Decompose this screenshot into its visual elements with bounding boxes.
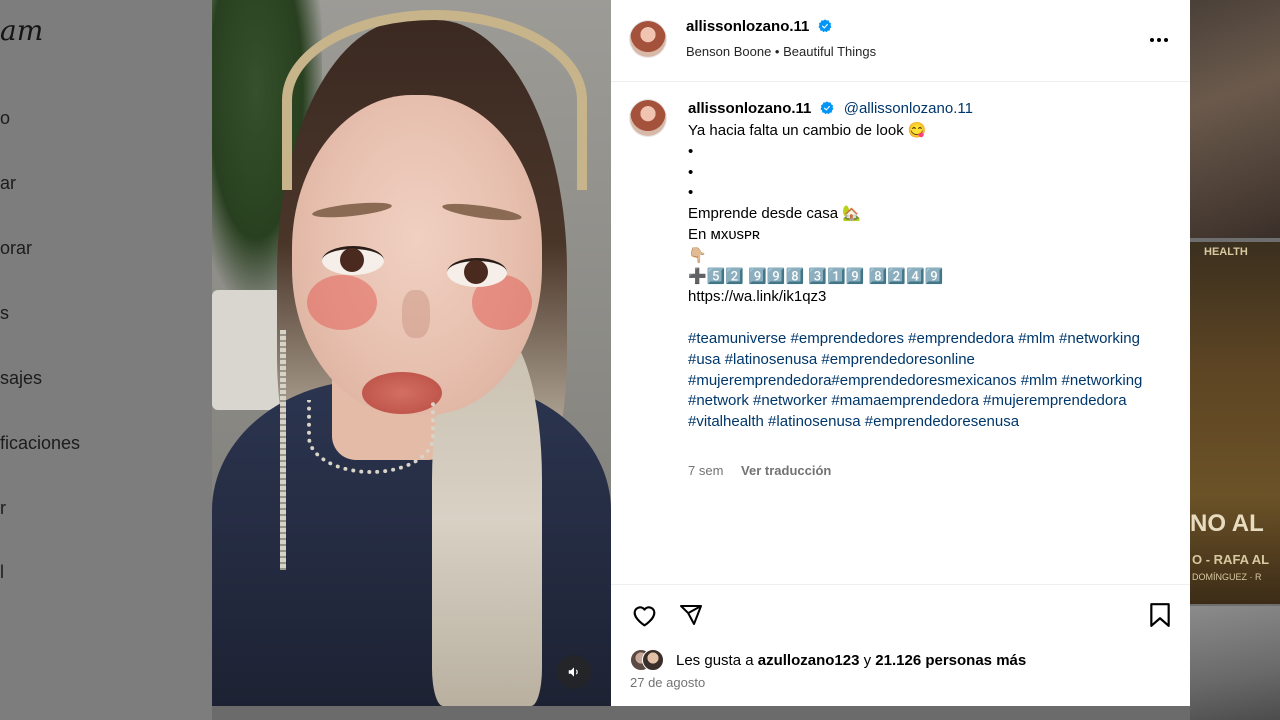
caption-meta: 7 sem Ver traducción — [688, 463, 831, 478]
background-post-thumbnail: HEALTH NO AL O - RAFA AL DOMÍNGUEZ · R — [1190, 242, 1280, 604]
caption-line: Ya hacia falta un cambio de look 😋 — [688, 122, 927, 139]
music-artist: Benson Boone — [686, 44, 772, 59]
liker-avatars — [630, 649, 670, 671]
background-post-thumbnail — [1190, 0, 1280, 238]
sidebar-item-fragment: ficaciones — [0, 433, 81, 453]
caption-mention-link[interactable]: @allissonlozano.11 — [844, 100, 973, 117]
speaker-icon — [568, 667, 578, 677]
thumbnail-text: HEALTH — [1204, 246, 1248, 258]
caption-line — [688, 308, 1168, 329]
sidebar-item-fragment: sajes — [0, 368, 43, 388]
avatar[interactable] — [630, 21, 666, 57]
save-button[interactable] — [1146, 601, 1174, 629]
sidebar-item-fragment: ar — [0, 173, 17, 193]
liker-username[interactable]: azullozano123 — [758, 652, 860, 669]
verified-badge-icon — [820, 101, 834, 115]
caption-line: • — [688, 184, 694, 202]
caption-line: • — [688, 163, 694, 181]
instagram-logo-fragment: am — [0, 14, 44, 47]
post-header: allissonlozano.11 Benson Boone • Beautif… — [611, 0, 1190, 82]
caption-line: • — [688, 142, 694, 160]
caption-line: ➕5️⃣2️⃣ 9️⃣9️⃣8️⃣ 3️⃣1️⃣9️⃣ 8️⃣2️⃣4️⃣9️⃣ — [688, 267, 944, 285]
thumbnail-text: O - RAFA AL — [1192, 552, 1270, 567]
send-icon — [680, 605, 702, 625]
sidebar-item-fragment: r — [0, 498, 6, 518]
likes-conjunction: y — [863, 651, 872, 669]
avatar[interactable] — [630, 100, 666, 136]
caption-line: 👇🏼 — [688, 246, 707, 264]
post-date: 27 de agosto — [630, 675, 706, 690]
heart-icon — [633, 606, 655, 627]
caption-line: Emprende desde casa 🏡 — [688, 205, 861, 223]
bookmark-icon — [1150, 603, 1170, 627]
sidebar-item-fragment: s — [0, 303, 9, 323]
sidebar-item-fragment: orar — [0, 238, 33, 258]
background-feed-strip — [212, 706, 1190, 720]
verified-badge-icon — [818, 19, 832, 33]
like-button[interactable] — [630, 601, 658, 629]
background-post-thumbnail — [1190, 606, 1280, 720]
music-separator: • — [774, 44, 780, 59]
caption-line: En ᴍxᴜsᴘʀ — [688, 225, 760, 243]
post-video[interactable] — [212, 0, 611, 706]
post-author-username[interactable]: allissonlozano.11 — [686, 18, 809, 35]
background-feed-column: HEALTH NO AL O - RAFA AL DOMÍNGUEZ · R — [1190, 0, 1280, 720]
likes-prefix: Les gusta a — [676, 651, 754, 669]
likes-summary[interactable]: Les gusta a azullozano123 y 21.126 perso… — [630, 649, 1026, 671]
thumbnail-text: NO AL — [1190, 510, 1264, 537]
sidebar-item-fragment: l — [0, 562, 4, 582]
avatar — [642, 649, 664, 671]
audio-attribution[interactable]: Benson Boone • Beautiful Things — [686, 44, 876, 59]
caption-hashtags[interactable]: #teamuniverse #emprendedores #emprendedo… — [688, 329, 1168, 433]
caption-text: Ya hacia falta un cambio de look 😋 • • •… — [688, 121, 1168, 433]
translate-button[interactable]: Ver traducción — [741, 463, 831, 478]
likes-count[interactable]: 21.126 personas más — [875, 652, 1026, 669]
caption-link[interactable]: https://wa.link/ik1qz3 — [688, 287, 1168, 308]
post-details-panel: allissonlozano.11 Benson Boone • Beautif… — [611, 0, 1190, 706]
post-age: 7 sem — [688, 463, 724, 478]
post-actions: Les gusta a azullozano123 y 21.126 perso… — [611, 584, 1190, 707]
more-options-icon — [1150, 38, 1168, 42]
caption-author-username[interactable]: allissonlozano.11 — [688, 100, 811, 117]
share-button[interactable] — [677, 601, 705, 629]
music-title: Beautiful Things — [783, 44, 877, 59]
mute-toggle-button[interactable] — [557, 655, 591, 689]
sidebar-item-fragment: o — [0, 108, 11, 128]
background-sidebar: am o ar orar s sajes ficaciones r l — [0, 0, 212, 720]
thumbnail-text: DOMÍNGUEZ · R — [1192, 572, 1262, 582]
more-options-button[interactable] — [1147, 28, 1171, 52]
